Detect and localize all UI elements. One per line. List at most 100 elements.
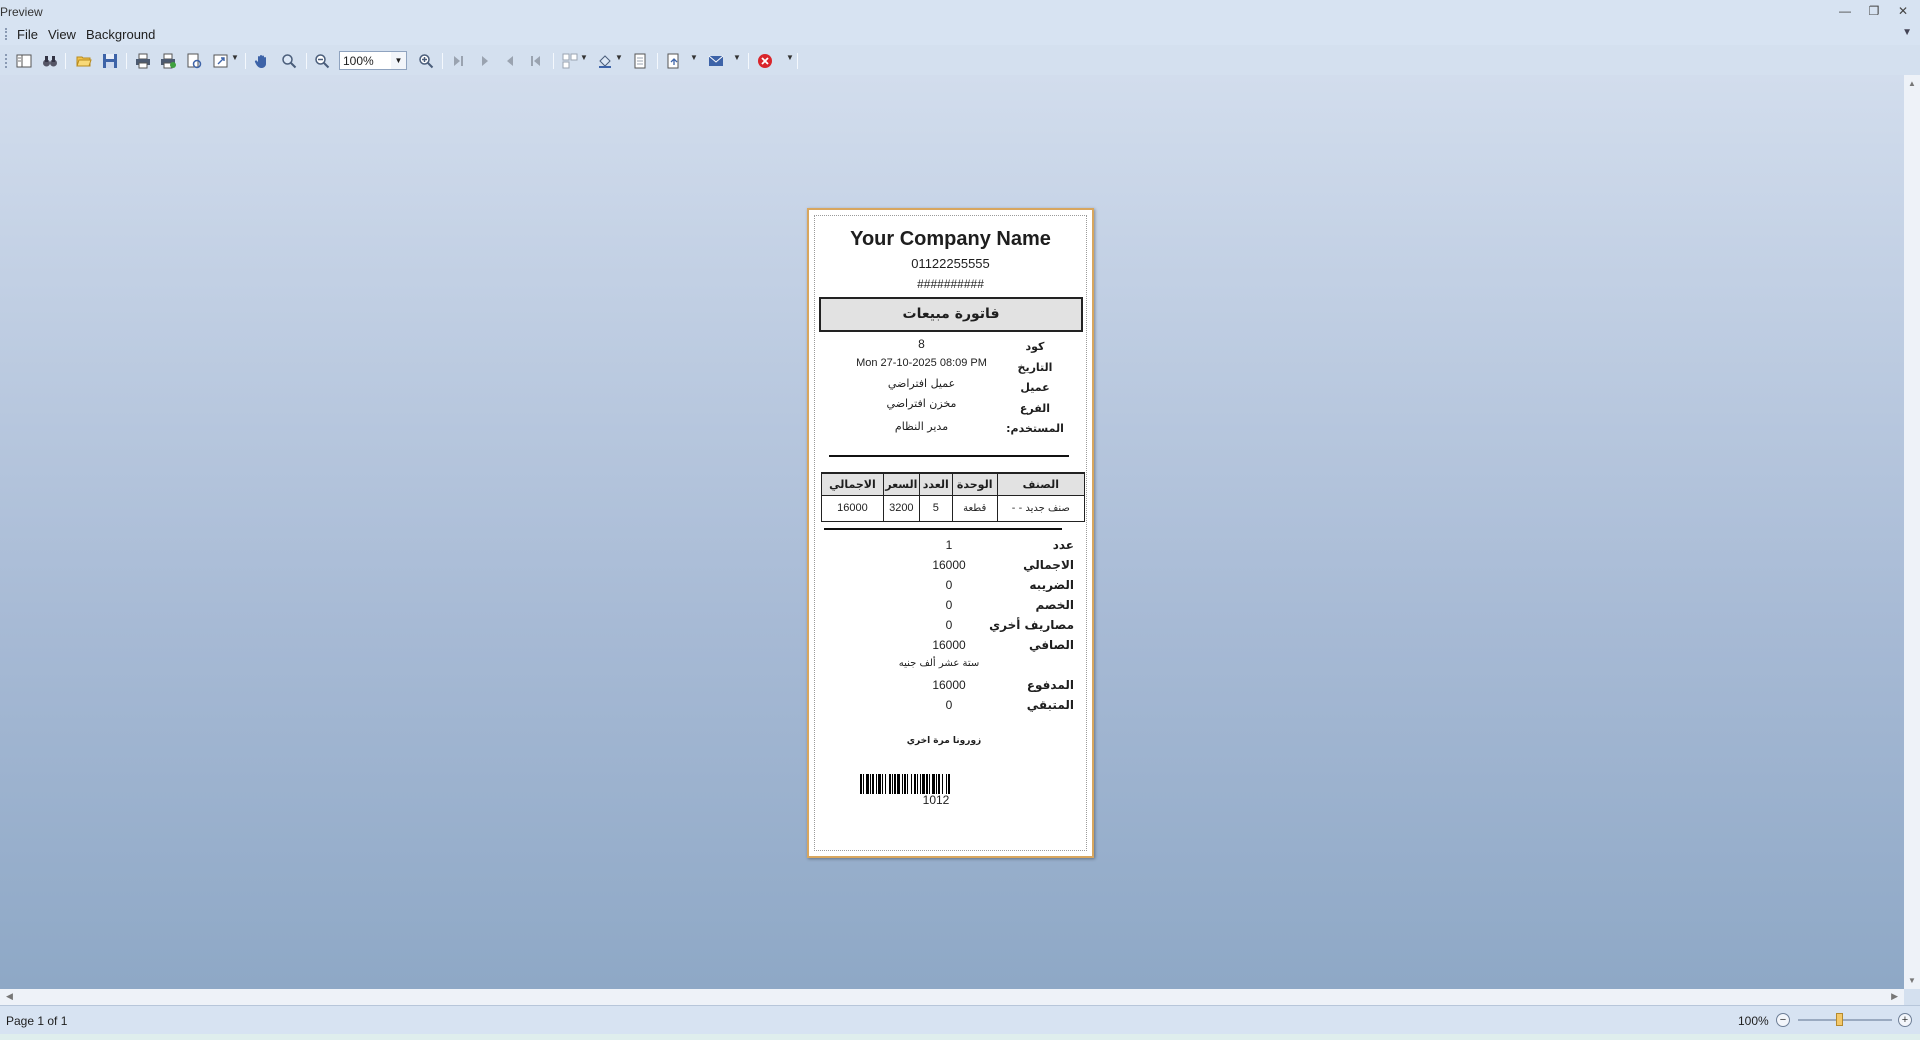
payment-value-paid: 16000 — [932, 678, 966, 692]
quick-print-icon — [161, 53, 176, 69]
zoom-combobox[interactable]: 100% — [339, 51, 392, 70]
zoom-slider[interactable] — [1798, 1019, 1892, 1021]
search-button[interactable] — [40, 52, 60, 70]
total-value-discount: 0 — [945, 598, 953, 612]
zoom-dropdown-button[interactable]: ▼ — [391, 51, 407, 70]
scale-dropdown-arrow[interactable]: ▼ — [231, 53, 239, 62]
watermark-button[interactable] — [630, 52, 650, 70]
invoice-title: فاتورة مبيعات — [819, 297, 1083, 332]
barcode-bar — [926, 774, 928, 794]
barcode-bar — [876, 774, 877, 794]
total-label-tax: الضريبه — [1029, 578, 1074, 592]
zoom-slider-thumb[interactable] — [1835, 1013, 1843, 1026]
field-value-branch: مخزن افتراضي — [886, 397, 957, 410]
company-phone: 01122255555 — [911, 256, 990, 271]
scroll-up-icon[interactable]: ▲ — [1908, 79, 1916, 88]
toolbar-separator — [65, 53, 66, 69]
cell-price: 3200 — [882, 494, 920, 522]
total-value-other-expenses: 0 — [945, 618, 953, 632]
quick-print-button[interactable] — [158, 52, 178, 70]
zoom-out-small-button[interactable]: − — [1776, 1013, 1790, 1027]
cell-total: 16000 — [821, 494, 884, 522]
scroll-right-icon[interactable]: ▶ — [1891, 991, 1898, 1002]
page-setup-button[interactable] — [184, 52, 204, 70]
close-circle-icon — [758, 54, 772, 68]
save-button[interactable] — [100, 52, 120, 70]
menu-view[interactable]: View — [48, 27, 76, 42]
export-button[interactable] — [663, 52, 683, 70]
barcode-bar — [894, 774, 896, 794]
minimize-button[interactable]: — — [1833, 3, 1857, 20]
total-label-gross: الاجمالي — [1023, 558, 1074, 572]
close-window-button[interactable]: ✕ — [1891, 3, 1915, 20]
vertical-scrollbar[interactable]: ▲ ▼ — [1904, 75, 1920, 989]
barcode-bar — [897, 774, 900, 794]
total-value-tax: 0 — [945, 578, 953, 592]
first-page-button[interactable] — [526, 52, 546, 70]
cell-unit: قطعة — [951, 494, 998, 522]
menu-background[interactable]: Background — [86, 27, 155, 42]
toolbar-separator — [126, 53, 127, 69]
zoom-out-button[interactable] — [312, 52, 332, 70]
barcode-bar — [932, 774, 935, 794]
next-page-button[interactable] — [475, 52, 495, 70]
next-page-icon — [482, 56, 488, 66]
report-page: Your Company Name 01122255555 ##########… — [807, 208, 1094, 858]
chevron-down-icon[interactable]: ▼ — [1902, 27, 1912, 38]
previous-page-button[interactable] — [500, 52, 520, 70]
multiple-pages-dropdown-arrow[interactable]: ▼ — [580, 53, 588, 62]
field-value-date: Mon 27-10-2025 08:09 PM — [856, 357, 987, 369]
scale-button[interactable] — [211, 52, 231, 70]
menu-file[interactable]: File — [17, 27, 38, 42]
restore-button[interactable]: ❐ — [1862, 3, 1886, 20]
barcode-bar — [936, 774, 937, 794]
document-map-icon — [16, 54, 32, 68]
title-bar: Preview — ❐ ✕ — [0, 0, 1920, 23]
multiple-pages-button[interactable] — [560, 52, 580, 70]
thank-you-note: زورونا مرة اخري — [906, 736, 982, 746]
field-label-customer: عميل — [1020, 381, 1050, 394]
export-dropdown-arrow[interactable]: ▼ — [690, 53, 698, 62]
barcode-bar — [892, 774, 893, 794]
toolbar-separator — [306, 53, 307, 69]
document-map-button[interactable] — [14, 52, 34, 70]
toolbar-separator — [442, 53, 443, 69]
magnifier-button[interactable] — [279, 52, 299, 70]
payment-label-paid: المدفوع — [1026, 678, 1074, 692]
folder-open-icon — [76, 56, 92, 67]
amount-in-words: ستة عشر ألف جنيه — [898, 658, 980, 669]
horizontal-scrollbar[interactable]: ◀ ▶ — [0, 989, 1904, 1005]
field-value-user: مدير النظام — [894, 420, 949, 433]
hand-tool-button[interactable] — [252, 52, 272, 70]
last-page-button[interactable] — [448, 52, 468, 70]
magnifier-icon — [282, 54, 297, 69]
close-preview-button[interactable] — [755, 52, 775, 70]
separator-line — [829, 455, 1069, 457]
export-icon — [667, 53, 679, 69]
cell-item: صنف جديد - - — [996, 494, 1086, 522]
zoom-in-small-button[interactable]: + — [1898, 1013, 1912, 1027]
email-icon — [708, 55, 724, 66]
total-value-count: 1 — [945, 538, 953, 552]
page-color-dropdown-arrow[interactable]: ▼ — [615, 53, 623, 62]
send-email-button[interactable] — [706, 52, 726, 70]
menu-grip[interactable] — [5, 28, 7, 40]
toolbar-overflow-arrow[interactable]: ▼ — [786, 53, 794, 62]
scroll-down-icon[interactable]: ▼ — [1908, 976, 1916, 985]
barcode-bar — [885, 774, 886, 794]
print-button[interactable] — [133, 52, 153, 70]
toolbar-grip[interactable] — [5, 54, 7, 68]
zoom-in-button[interactable] — [416, 52, 436, 70]
barcode-bar — [866, 774, 869, 794]
field-value-code: 8 — [918, 337, 925, 351]
email-dropdown-arrow[interactable]: ▼ — [733, 53, 741, 62]
page-color-button[interactable] — [595, 52, 615, 70]
column-header-unit: الوحدة — [951, 472, 998, 496]
zoom-in-icon — [419, 54, 434, 69]
company-hashes: ########## — [917, 277, 984, 291]
barcode-number: 1012 — [922, 793, 950, 807]
paint-bucket-icon — [599, 55, 611, 68]
open-button[interactable] — [74, 52, 94, 70]
barcode-bar — [870, 774, 871, 794]
scroll-left-icon[interactable]: ◀ — [6, 991, 13, 1002]
